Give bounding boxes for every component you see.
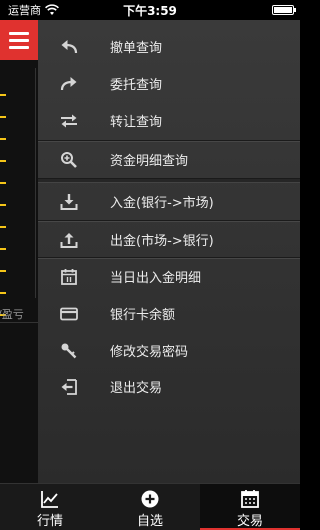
menu-item-label: 修改交易密码 xyxy=(110,345,189,360)
menu-item-deposit[interactable]: 入金(银行->市场) xyxy=(38,183,300,220)
dash-marker xyxy=(0,94,6,96)
upload-icon xyxy=(60,233,78,248)
menu-item-transfer-query[interactable]: 转让查询 xyxy=(38,102,300,139)
menu-item-change-trade-password[interactable]: 修改交易密码 xyxy=(38,332,300,369)
menu-item-label: 出金(市场->银行) xyxy=(110,234,214,249)
menu-item-withdraw[interactable]: 出金(市场->银行) xyxy=(38,221,300,258)
tab-watchlist[interactable]: 自选 xyxy=(100,484,200,530)
undo-arrow-icon xyxy=(61,40,78,54)
key-icon xyxy=(61,343,77,359)
menu-item-exit-trade[interactable]: 退出交易 xyxy=(38,368,300,405)
tab-label: 自选 xyxy=(136,514,163,529)
dash-marker xyxy=(0,116,6,118)
profit-loss-label: /盈亏 xyxy=(0,308,24,321)
menu-item-label: 退出交易 xyxy=(110,381,163,396)
menu-item-label: 入金(银行->市场) xyxy=(110,196,214,211)
tab-market[interactable]: 行情 xyxy=(0,484,100,530)
logout-icon xyxy=(61,379,77,395)
dash-marker xyxy=(0,292,6,294)
zoom-in-icon xyxy=(61,152,77,168)
hamburger-menu-button[interactable] xyxy=(0,20,38,60)
divider xyxy=(0,322,38,323)
plus-circle-icon xyxy=(141,490,159,508)
trade-menu-panel: 撤单查询 委托查询 转让查询 资金明细查询 入金(银行->市场) 出金(市场->… xyxy=(38,20,300,483)
battery-icon xyxy=(272,5,296,15)
background-content: /盈亏 xyxy=(0,20,38,483)
menu-item-label: 转让查询 xyxy=(110,115,163,130)
tab-label: 交易 xyxy=(236,514,263,529)
status-time: 下午3:59 xyxy=(123,3,177,18)
tab-label: 行情 xyxy=(36,514,63,529)
redo-arrow-icon xyxy=(60,77,77,91)
calendar-icon xyxy=(61,269,77,285)
menu-item-bank-card-balance[interactable]: 银行卡余额 xyxy=(38,295,300,332)
dash-marker xyxy=(0,270,6,272)
dash-marker xyxy=(0,160,6,162)
bottom-tab-bar: 行情 自选 交易 xyxy=(0,483,300,530)
background-dash-column xyxy=(0,68,36,316)
dash-marker xyxy=(0,138,6,140)
status-bar: 运营商 下午3:59 xyxy=(0,0,300,20)
menu-item-daily-fund-detail[interactable]: 当日出入金明细 xyxy=(38,258,300,295)
calendar-icon xyxy=(241,490,259,508)
chart-icon xyxy=(41,491,58,508)
menu-item-label: 委托查询 xyxy=(110,78,163,93)
menu-item-fund-detail-query[interactable]: 资金明细查询 xyxy=(38,141,300,178)
card-icon xyxy=(60,307,78,321)
download-icon xyxy=(60,194,78,210)
dash-marker xyxy=(0,182,6,184)
transfer-arrows-icon xyxy=(61,114,77,128)
menu-item-label: 资金明细查询 xyxy=(110,154,189,169)
dash-marker xyxy=(0,204,6,206)
dash-marker xyxy=(0,226,6,228)
menu-item-label: 银行卡余额 xyxy=(110,308,176,323)
menu-item-label: 当日出入金明细 xyxy=(110,271,202,286)
menu-item-entrust-query[interactable]: 委托查询 xyxy=(38,65,300,102)
tab-trade[interactable]: 交易 xyxy=(200,484,300,530)
dash-marker xyxy=(0,248,6,250)
menu-item-label: 撤单查询 xyxy=(110,41,163,56)
menu-item-cancel-order-query[interactable]: 撤单查询 xyxy=(38,28,300,65)
